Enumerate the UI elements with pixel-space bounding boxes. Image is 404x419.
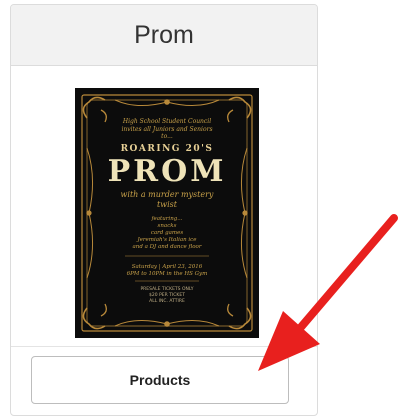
poster-subtitle-line: with a murder mystery [120, 190, 214, 199]
poster-subtitle-line: twist [157, 200, 177, 209]
card-footer: Products [11, 347, 317, 415]
products-button[interactable]: Products [31, 356, 289, 404]
prom-card: Prom High School Student Council invites… [10, 4, 318, 416]
card-title: Prom [134, 20, 194, 49]
poster-intro-line: invites all Juniors and Seniors [121, 125, 213, 133]
poster-feature-line: and a DJ and dance floor [132, 244, 202, 250]
poster-headline: PROM [107, 154, 227, 189]
poster-feature-line: card games [150, 230, 184, 236]
poster-subtitle: with a murder mystery twist [75, 190, 259, 210]
poster-feature-line: Jeremiah's Italian ice [137, 237, 197, 243]
card-body: High School Student Council invites all … [11, 66, 317, 347]
poster-features: featuring... snacks card games Jeremiah'… [75, 216, 259, 251]
poster-date-line: Saturday | April 23, 2016 [131, 264, 203, 270]
card-header: Prom [11, 5, 317, 66]
poster-date: Saturday | April 23, 2016 6PM to 10PM in… [75, 264, 259, 278]
poster-feature-line: featuring... [151, 216, 183, 222]
poster-intro: High School Student Council invites all … [75, 118, 259, 141]
poster-date-line: 6PM to 10PM in the HS Gym [126, 271, 208, 277]
poster-theme: ROARING 20'S [120, 144, 214, 154]
poster-intro-line: High School Student Council [122, 118, 212, 125]
poster-ticket-line: ALL INC. ATTIRE [149, 299, 185, 304]
poster-tickets: PRESALE TICKETS ONLY $20 PER TICKET ALL … [75, 287, 259, 305]
poster-intro-line: to... [161, 133, 173, 140]
prom-poster-image: High School Student Council invites all … [75, 88, 259, 338]
poster-feature-line: snacks [157, 223, 177, 229]
